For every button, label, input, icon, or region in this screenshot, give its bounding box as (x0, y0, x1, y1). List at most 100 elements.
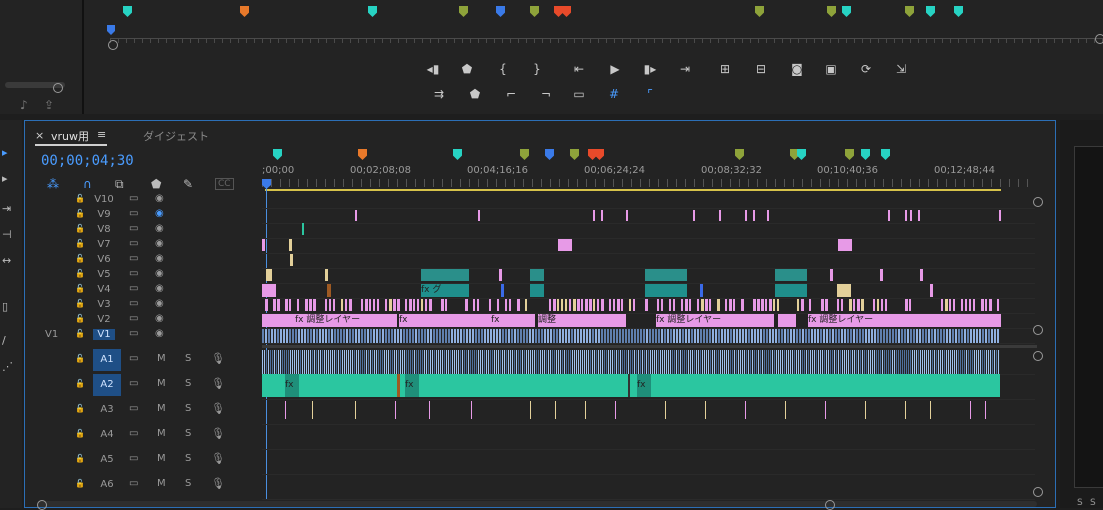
clip[interactable] (804, 350, 805, 374)
clip[interactable] (741, 299, 744, 311)
clip[interactable] (786, 350, 787, 374)
clip[interactable] (850, 350, 851, 374)
clip[interactable] (466, 329, 468, 343)
video-scroll-bottom[interactable] (1033, 325, 1043, 335)
clip[interactable] (781, 329, 783, 343)
clip[interactable] (284, 350, 285, 374)
clip[interactable] (710, 350, 711, 374)
clip[interactable] (764, 350, 765, 374)
clip[interactable] (509, 299, 511, 311)
clip[interactable] (712, 329, 714, 343)
clip[interactable] (931, 329, 933, 343)
clip[interactable] (714, 350, 715, 374)
clip[interactable] (853, 299, 855, 311)
clip[interactable] (898, 350, 899, 374)
video-scroll-top[interactable] (1033, 197, 1043, 207)
clip[interactable] (910, 329, 912, 343)
clip[interactable] (862, 329, 864, 343)
extract-button[interactable]: ⊟ (752, 61, 770, 77)
clip[interactable] (985, 299, 987, 311)
clip[interactable] (785, 401, 786, 419)
clip[interactable] (728, 350, 729, 374)
clip[interactable] (866, 350, 867, 374)
clip[interactable] (652, 350, 653, 374)
clip[interactable] (472, 329, 474, 343)
clip[interactable] (984, 350, 985, 374)
clip[interactable] (648, 350, 649, 374)
clip[interactable] (492, 350, 493, 374)
clip[interactable] (745, 401, 746, 419)
clip[interactable] (274, 329, 276, 343)
clip[interactable] (930, 284, 933, 297)
clip[interactable] (979, 329, 981, 343)
clip[interactable] (388, 329, 390, 343)
clip[interactable] (841, 329, 843, 343)
clip[interactable] (427, 329, 429, 343)
clip[interactable] (478, 329, 480, 343)
clip[interactable] (818, 350, 819, 374)
clip[interactable] (810, 350, 811, 374)
clip[interactable] (421, 329, 423, 343)
clip[interactable] (484, 350, 485, 374)
clip[interactable] (376, 329, 378, 343)
clip[interactable] (973, 299, 975, 311)
clip[interactable] (604, 350, 605, 374)
clip[interactable] (829, 329, 831, 343)
clip[interactable] (988, 329, 990, 343)
clip[interactable] (600, 350, 601, 374)
clip[interactable] (799, 329, 801, 343)
clip[interactable] (752, 350, 753, 374)
clip[interactable] (478, 350, 479, 374)
clip[interactable] (673, 299, 675, 311)
clip[interactable] (369, 299, 371, 311)
clip[interactable] (961, 329, 963, 343)
clip[interactable] (826, 329, 828, 343)
horizontal-scrollbar[interactable] (37, 501, 1037, 507)
clip[interactable] (937, 329, 939, 343)
lift-button[interactable]: ⊞ (716, 61, 734, 77)
clip[interactable] (546, 350, 547, 374)
clip[interactable] (618, 350, 619, 374)
clip[interactable] (649, 329, 651, 343)
clip[interactable] (305, 299, 308, 311)
clip[interactable] (682, 350, 683, 374)
clip[interactable] (468, 350, 469, 374)
clip[interactable] (980, 350, 981, 374)
clip[interactable] (652, 329, 654, 343)
clip[interactable] (372, 350, 373, 374)
clip[interactable] (961, 299, 963, 311)
clip[interactable] (709, 299, 711, 311)
marker[interactable] (735, 149, 744, 160)
clip[interactable] (576, 350, 577, 374)
clip[interactable] (970, 350, 971, 374)
clip[interactable] (670, 329, 672, 343)
clip[interactable] (442, 350, 443, 374)
clip[interactable] (355, 210, 357, 221)
mark-in-button[interactable]: ◂▮ (424, 61, 442, 77)
clip[interactable] (640, 329, 642, 343)
clip[interactable] (360, 350, 361, 374)
clip[interactable] (698, 350, 699, 374)
clip[interactable] (343, 329, 345, 343)
clip[interactable] (969, 299, 971, 311)
clip[interactable] (394, 350, 395, 374)
clip[interactable] (726, 350, 727, 374)
go-to-in-button[interactable]: { (494, 61, 512, 77)
clip[interactable] (624, 350, 625, 374)
clip[interactable] (418, 350, 419, 374)
razor-tool-icon[interactable]: ⊣ (2, 228, 12, 241)
clip[interactable] (585, 299, 588, 311)
clip[interactable] (574, 329, 576, 343)
clip[interactable] (753, 299, 756, 311)
marker[interactable] (905, 6, 914, 17)
clip[interactable] (832, 329, 834, 343)
clip[interactable] (643, 329, 645, 343)
clip[interactable] (570, 350, 571, 374)
clip[interactable] (898, 329, 900, 343)
clip[interactable] (997, 299, 999, 311)
snap-magnet-icon[interactable]: ∩ (83, 177, 92, 191)
clip[interactable] (736, 329, 738, 343)
clip[interactable] (757, 299, 760, 311)
clip[interactable] (536, 350, 537, 374)
clip[interactable] (340, 329, 342, 343)
